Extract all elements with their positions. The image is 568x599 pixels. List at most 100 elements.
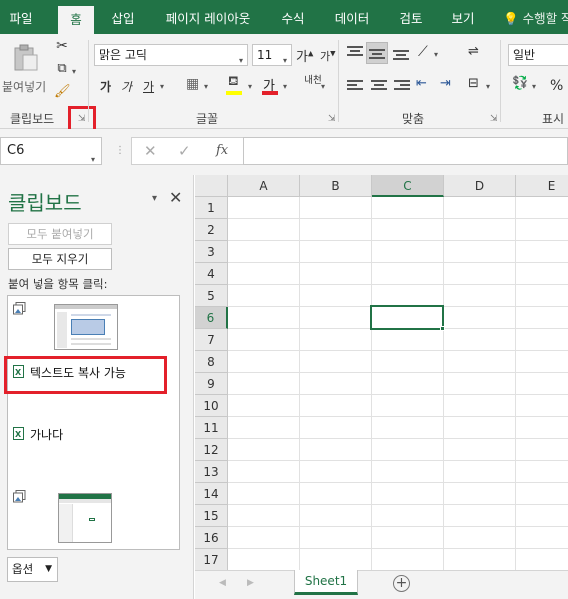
- cell-A4[interactable]: [228, 263, 300, 285]
- cell-A5[interactable]: [228, 285, 300, 307]
- phonetic-dropdown-icon[interactable]: ▾: [321, 82, 325, 91]
- add-sheet-icon[interactable]: +: [393, 575, 410, 592]
- cell-E7[interactable]: [516, 329, 568, 351]
- cell-A17[interactable]: [228, 549, 300, 570]
- cell-B13[interactable]: [300, 461, 372, 483]
- merge-dropdown-icon[interactable]: ▾: [486, 82, 490, 91]
- border-dropdown-icon[interactable]: ▾: [204, 82, 208, 91]
- cell-D10[interactable]: [444, 395, 516, 417]
- formula-input[interactable]: [243, 137, 568, 165]
- cell-E17[interactable]: [516, 549, 568, 570]
- fill-handle[interactable]: [440, 326, 445, 331]
- cell-A7[interactable]: [228, 329, 300, 351]
- font-color-button[interactable]: 가: [260, 74, 282, 96]
- cell-D17[interactable]: [444, 549, 516, 570]
- cell-A2[interactable]: [228, 219, 300, 241]
- orientation-dropdown-icon[interactable]: ▾: [434, 50, 438, 59]
- cell-D4[interactable]: [444, 263, 516, 285]
- row-header-8[interactable]: 8: [195, 351, 228, 373]
- cell-D9[interactable]: [444, 373, 516, 395]
- row-header-12[interactable]: 12: [195, 439, 228, 461]
- align-top-icon[interactable]: [346, 44, 364, 64]
- cell-B5[interactable]: [300, 285, 372, 307]
- scroll-right-icon[interactable]: ▶: [247, 578, 254, 588]
- row-header-7[interactable]: 7: [195, 329, 228, 351]
- cell-C10[interactable]: [372, 395, 444, 417]
- cell-E15[interactable]: [516, 505, 568, 527]
- cell-C17[interactable]: [372, 549, 444, 570]
- cell-D1[interactable]: [444, 197, 516, 219]
- cell-D3[interactable]: [444, 241, 516, 263]
- row-header-9[interactable]: 9: [195, 373, 228, 395]
- alignment-launcher-icon[interactable]: ⇲: [490, 114, 498, 124]
- font-color-dropdown-icon[interactable]: ▾: [283, 82, 287, 91]
- cell-E11[interactable]: [516, 417, 568, 439]
- cell-B17[interactable]: [300, 549, 372, 570]
- tab-file[interactable]: 파일: [0, 0, 42, 34]
- cell-D8[interactable]: [444, 351, 516, 373]
- row-header-17[interactable]: 17: [195, 549, 228, 570]
- row-header-2[interactable]: 2: [195, 219, 228, 241]
- bold-button[interactable]: 가: [100, 78, 111, 95]
- cell-B11[interactable]: [300, 417, 372, 439]
- enter-icon[interactable]: ✓: [178, 142, 191, 160]
- list-item[interactable]: [8, 484, 179, 548]
- cell-B7[interactable]: [300, 329, 372, 351]
- cell-B4[interactable]: [300, 263, 372, 285]
- cell-D14[interactable]: [444, 483, 516, 505]
- cell-A3[interactable]: [228, 241, 300, 263]
- cell-A6[interactable]: [228, 307, 300, 329]
- cell-C1[interactable]: [372, 197, 444, 219]
- cell-C2[interactable]: [372, 219, 444, 241]
- increase-indent-icon[interactable]: ⇥: [440, 76, 451, 91]
- row-header-14[interactable]: 14: [195, 483, 228, 505]
- cut-icon[interactable]: ✂: [54, 38, 70, 54]
- name-box[interactable]: C6 ▾: [0, 137, 102, 165]
- cell-C8[interactable]: [372, 351, 444, 373]
- row-header-4[interactable]: 4: [195, 263, 228, 285]
- cell-C3[interactable]: [372, 241, 444, 263]
- tab-formulas[interactable]: 수식: [274, 0, 312, 34]
- cell-E10[interactable]: [516, 395, 568, 417]
- list-item[interactable]: X 가나다: [8, 420, 179, 450]
- italic-button[interactable]: 가: [121, 78, 132, 95]
- number-format-dropdown[interactable]: 일반: [508, 44, 568, 66]
- row-header-16[interactable]: 16: [195, 527, 228, 549]
- cell-B15[interactable]: [300, 505, 372, 527]
- row-header-1[interactable]: 1: [195, 197, 228, 219]
- cell-C4[interactable]: [372, 263, 444, 285]
- grow-font-button[interactable]: 가▲: [296, 46, 313, 65]
- cell-B16[interactable]: [300, 527, 372, 549]
- paste-button[interactable]: 붙여넣기: [2, 40, 48, 102]
- cell-D7[interactable]: [444, 329, 516, 351]
- accounting-dropdown-icon[interactable]: ▾: [532, 82, 536, 91]
- accounting-format-icon[interactable]: 💱: [512, 76, 528, 91]
- cell-C13[interactable]: [372, 461, 444, 483]
- fill-dropdown-icon[interactable]: ▾: [248, 82, 252, 91]
- list-item[interactable]: [8, 296, 179, 358]
- clear-all-button[interactable]: 모두 지우기: [8, 248, 112, 270]
- cell-D16[interactable]: [444, 527, 516, 549]
- cell-E1[interactable]: [516, 197, 568, 219]
- cell-A10[interactable]: [228, 395, 300, 417]
- cell-B9[interactable]: [300, 373, 372, 395]
- align-left-icon[interactable]: [346, 78, 364, 94]
- tab-data[interactable]: 데이터: [326, 0, 378, 34]
- underline-dropdown-icon[interactable]: ▾: [160, 82, 164, 91]
- cell-A9[interactable]: [228, 373, 300, 395]
- font-name-dropdown[interactable]: 맑은 고딕 ▾: [94, 44, 248, 66]
- column-header-e[interactable]: E: [516, 175, 568, 197]
- cell-B10[interactable]: [300, 395, 372, 417]
- row-header-5[interactable]: 5: [195, 285, 228, 307]
- cell-E6[interactable]: [516, 307, 568, 329]
- cell-D11[interactable]: [444, 417, 516, 439]
- tab-insert[interactable]: 삽입: [104, 0, 142, 34]
- copy-dropdown-icon[interactable]: ▾: [72, 67, 76, 76]
- row-header-13[interactable]: 13: [195, 461, 228, 483]
- row-header-6[interactable]: 6: [195, 307, 228, 329]
- cell-E2[interactable]: [516, 219, 568, 241]
- column-header-a[interactable]: A: [228, 175, 300, 197]
- cell-D13[interactable]: [444, 461, 516, 483]
- cell-A15[interactable]: [228, 505, 300, 527]
- row-header-15[interactable]: 15: [195, 505, 228, 527]
